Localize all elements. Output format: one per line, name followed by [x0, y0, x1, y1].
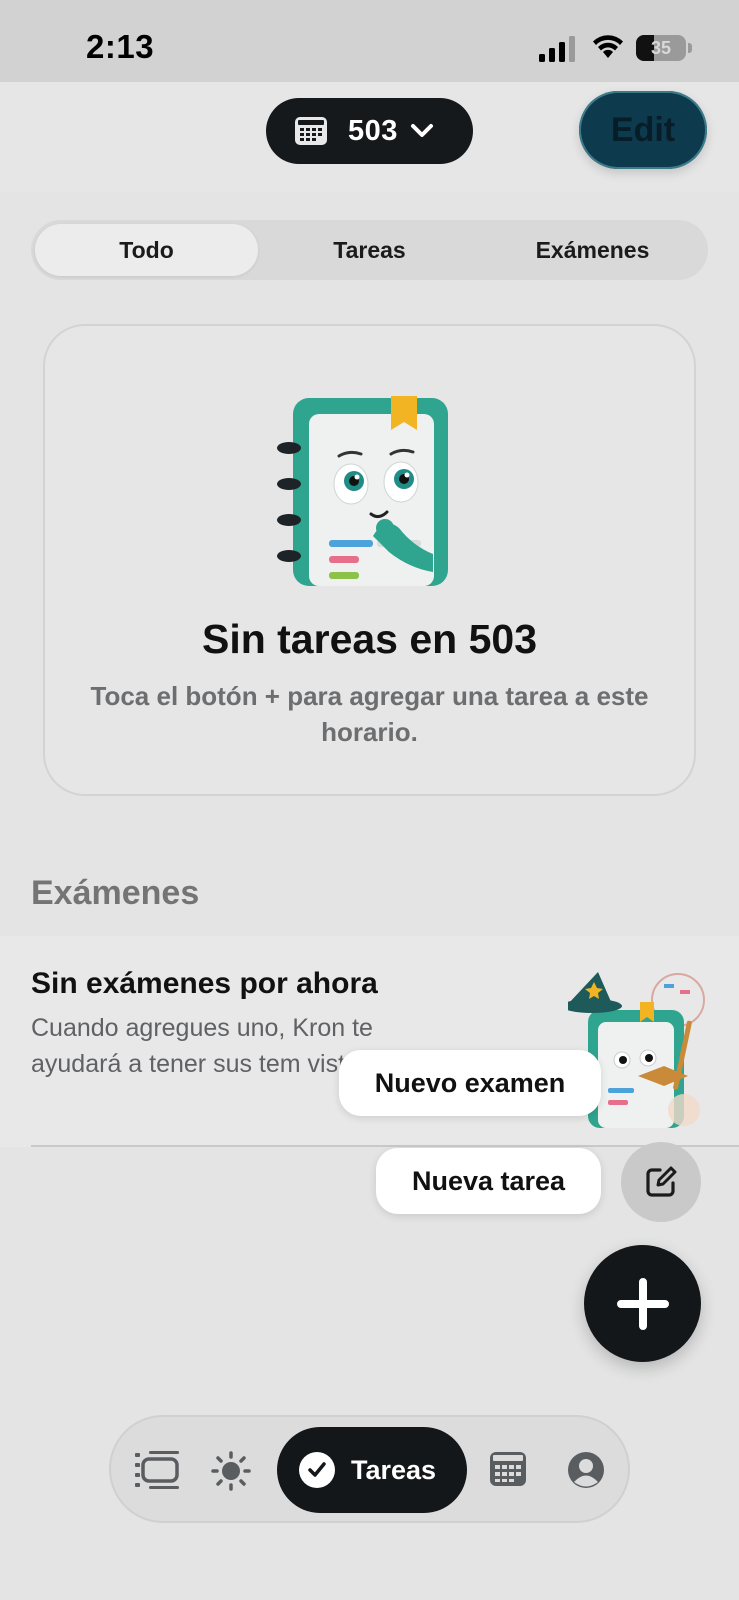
tab-tareas[interactable]: Tareas	[258, 224, 481, 276]
edit-button[interactable]: Edit	[579, 91, 707, 169]
exams-empty-title: Sin exámenes por ahora	[31, 967, 378, 1000]
notebook-mascot-illustration	[277, 396, 448, 586]
check-circle-icon	[299, 1452, 335, 1488]
timeline-icon[interactable]	[135, 1451, 179, 1489]
new-task-menu-item[interactable]: Nueva tarea	[376, 1148, 601, 1214]
profile-icon[interactable]	[567, 1451, 605, 1489]
sun-icon[interactable]	[211, 1451, 251, 1491]
empty-tasks-title: Sin tareas en 503	[201, 616, 538, 662]
edit-note-icon	[646, 1166, 677, 1197]
header: 503 Edit	[0, 82, 739, 192]
wifi-icon	[593, 35, 623, 58]
status-time: 2:13	[86, 28, 155, 65]
battery-level: 35	[650, 38, 672, 58]
tab-todo[interactable]: Todo	[35, 224, 258, 276]
nav-item-tareas[interactable]: Tareas	[277, 1427, 467, 1513]
calendar-icon	[295, 117, 327, 145]
section-divider	[31, 1145, 739, 1147]
plus-icon	[616, 1277, 669, 1330]
tab-examenes[interactable]: Exámenes	[481, 224, 704, 276]
battery-cap	[688, 43, 692, 53]
calendar-icon[interactable]	[489, 1451, 527, 1487]
chevron-down-icon	[410, 124, 433, 137]
schedule-picker-button[interactable]: 503	[266, 98, 473, 164]
bottom-navigation: Tareas	[109, 1415, 630, 1523]
new-exam-menu-item[interactable]: Nuevo examen	[339, 1050, 601, 1116]
add-fab-button[interactable]	[584, 1245, 701, 1362]
cellular-signal-icon	[539, 36, 575, 62]
status-bar: 2:13 35	[0, 0, 739, 82]
nav-item-tareas-label: Tareas	[351, 1454, 437, 1485]
filter-tabs: Todo Tareas Exámenes	[31, 220, 708, 280]
new-task-icon-button[interactable]	[621, 1142, 701, 1222]
schedule-name: 503	[348, 114, 398, 147]
battery-icon: 35	[636, 35, 686, 61]
exams-section-heading: Exámenes	[31, 874, 200, 912]
empty-tasks-subtitle: Toca el botón + para agregar una tarea a…	[90, 681, 649, 747]
empty-tasks-card: Sin tareas en 503 Toca el botón + para a…	[43, 324, 696, 796]
